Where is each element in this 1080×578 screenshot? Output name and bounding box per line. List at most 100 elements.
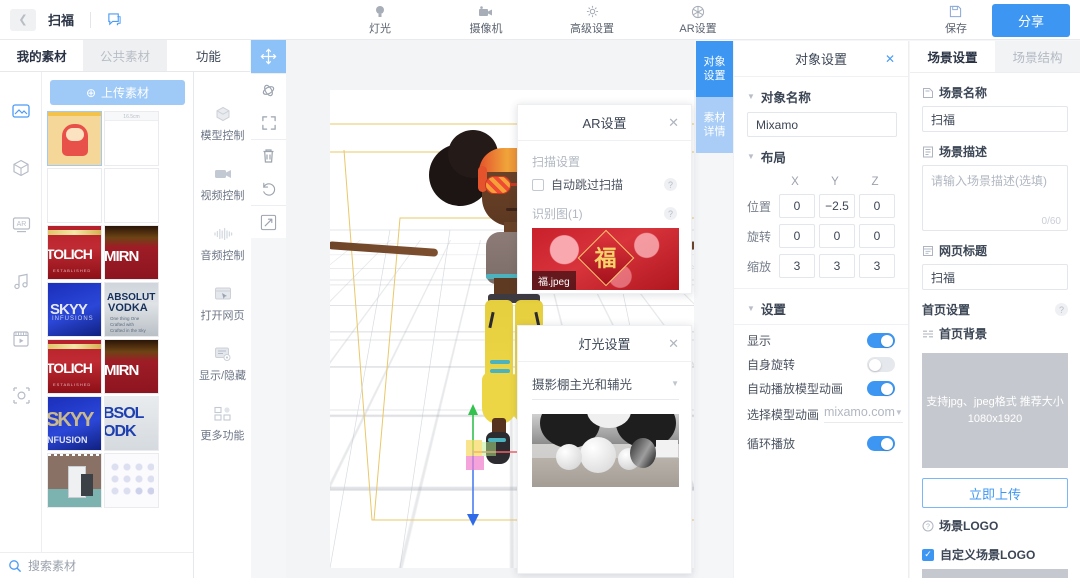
scene-logo-dropzone[interactable]: 支持jpg、jpeg、png格式 推荐大小: [922, 569, 1068, 578]
home-bg-dropzone[interactable]: 支持jpg、jpeg格式 推荐大小 1080x1920: [922, 353, 1068, 468]
object-name-section[interactable]: ▼ 对象名称: [734, 77, 908, 112]
undo-icon[interactable]: [251, 172, 286, 205]
object-settings-close-icon[interactable]: ✕: [885, 52, 895, 66]
tool-ar-label: AR设置: [679, 20, 716, 36]
thumb-smirnoff[interactable]: MIRN: [104, 225, 159, 280]
back-button[interactable]: ❮: [10, 9, 36, 31]
save-button[interactable]: 保存: [934, 5, 978, 36]
settings-section[interactable]: ▼ 设置: [734, 289, 908, 324]
scale-x-input[interactable]: 3: [779, 254, 815, 278]
tool-ar[interactable]: AR设置: [670, 0, 726, 40]
tool-camera[interactable]: 摄像机: [458, 0, 514, 40]
rail-ar-icon[interactable]: AR: [0, 196, 42, 253]
position-y-input[interactable]: −2.5: [819, 194, 855, 218]
auto-skip-scan-row[interactable]: 自动跳过扫描 ?: [518, 176, 691, 193]
rotate-tool-icon[interactable]: [251, 73, 286, 106]
upload-now-button[interactable]: 立即上传: [922, 478, 1068, 508]
ar-scan-section-label: 扫描设置: [518, 141, 691, 176]
page-title-input[interactable]: 扫福: [922, 264, 1068, 290]
rotation-z-input[interactable]: 0: [859, 224, 895, 248]
scale-z-input[interactable]: 3: [859, 254, 895, 278]
thumb-blank-2[interactable]: [104, 168, 159, 223]
scale-y-input[interactable]: 3: [819, 254, 855, 278]
toggle-self-rotate[interactable]: [867, 357, 895, 372]
scene-desc-textarea[interactable]: 请输入场景描述(选填) 0/60: [922, 165, 1068, 231]
function-more[interactable]: 更多功能: [194, 394, 251, 454]
toggle-autoplay[interactable]: [867, 381, 895, 396]
function-open-webpage[interactable]: 打开网页: [194, 274, 251, 334]
plus-circle-icon: ⊕: [86, 86, 96, 100]
object-name-input[interactable]: Mixamo: [747, 112, 897, 137]
move-tool-icon[interactable]: [251, 40, 286, 73]
function-video-control[interactable]: 视频控制: [194, 154, 251, 214]
rail-music-icon[interactable]: [0, 253, 42, 310]
light-settings-header: 灯光设置 ✕: [518, 326, 691, 362]
delete-icon[interactable]: [251, 139, 286, 172]
auto-skip-scan-checkbox[interactable]: [532, 179, 544, 191]
function-model-control[interactable]: 模型控制: [194, 94, 251, 154]
thumb-doll[interactable]: [47, 111, 102, 166]
thumb-grid[interactable]: [104, 453, 159, 508]
thumb-absolut[interactable]: ABSOLUT VODKA One thing OneCrafted withC…: [104, 282, 159, 337]
help-icon-2[interactable]: ?: [664, 207, 677, 220]
tool-advanced-label: 高级设置: [570, 20, 614, 36]
tab-scene-settings[interactable]: 场景设置: [910, 41, 995, 72]
rail-video-icon[interactable]: [0, 310, 42, 367]
rail-image-icon[interactable]: [0, 82, 42, 139]
thumb-skyy-2[interactable]: SKYY NFUSION: [47, 396, 102, 451]
rail-frame-icon[interactable]: [0, 367, 42, 424]
share-button[interactable]: 分享: [992, 4, 1070, 37]
light-preset-select[interactable]: 摄影棚主光和辅光 ▼: [532, 374, 679, 400]
tab-scene-structure[interactable]: 场景结构: [995, 41, 1080, 72]
custom-logo-checkbox[interactable]: ✓: [922, 549, 934, 561]
tab-functions[interactable]: 功能: [167, 40, 250, 71]
scene-name-input[interactable]: 扫福: [922, 106, 1068, 132]
recognition-image[interactable]: 福 福.jpeg: [532, 228, 679, 290]
thumb-smirnoff-2[interactable]: MIRN: [104, 339, 159, 394]
close-icon[interactable]: ✕: [668, 116, 679, 129]
page-title-head: 网页标题: [910, 231, 1080, 264]
ar-settings-panel: AR设置 ✕ 扫描设置 自动跳过扫描 ? 识别图(1) ? 福 福.jpeg: [517, 104, 692, 294]
layout-section[interactable]: ▼ 布局: [734, 137, 908, 172]
toggle-loop[interactable]: [867, 436, 895, 451]
position-z-input[interactable]: 0: [859, 194, 895, 218]
thumb-skyy[interactable]: SKYY INFUSIONS: [47, 282, 102, 337]
message-icon[interactable]: [107, 12, 122, 27]
side-tab-material-detail[interactable]: 素材 详情: [696, 97, 733, 153]
thumb-blank-1[interactable]: [47, 168, 102, 223]
side-tab-object-settings[interactable]: 对象 设置: [696, 41, 733, 97]
help-icon[interactable]: ?: [664, 178, 677, 191]
custom-logo-row[interactable]: ✓ 自定义场景LOGO: [910, 539, 1080, 563]
tab-my-materials[interactable]: 我的素材: [0, 40, 83, 71]
transform-tool-column: [251, 40, 286, 238]
light-preview-image[interactable]: [532, 414, 679, 487]
thumb-measure[interactable]: 16.5cm: [104, 111, 159, 166]
rotation-x-input[interactable]: 0: [779, 224, 815, 248]
gear-icon: [586, 5, 599, 19]
app-root: ❮ 扫福 灯光 摄像机 高级设置: [0, 0, 1080, 578]
thumb-stolichnaya-2[interactable]: TOLICH ESTABLISHED: [47, 339, 102, 394]
toggle-display[interactable]: [867, 333, 895, 348]
top-right-actions: 保存 分享: [934, 0, 1070, 40]
close-icon-light[interactable]: ✕: [668, 337, 679, 350]
tool-light[interactable]: 灯光: [352, 0, 408, 40]
animation-select-value: mixamo.com: [824, 405, 895, 419]
rotation-y-input[interactable]: 0: [819, 224, 855, 248]
function-show-hide[interactable]: 显示/隐藏: [194, 334, 251, 394]
scale-tool-icon[interactable]: [251, 106, 286, 139]
thumb-measure-label: 16.5cm: [105, 114, 158, 120]
thumb-room[interactable]: [47, 453, 102, 508]
help-icon-home[interactable]: ?: [1055, 303, 1068, 316]
function-audio-control[interactable]: 音频控制: [194, 214, 251, 274]
rail-cube-icon[interactable]: [0, 139, 42, 196]
position-x-input[interactable]: 0: [779, 194, 815, 218]
animation-select[interactable]: mixamo.com ▼: [824, 405, 903, 423]
fullscreen-icon[interactable]: [251, 205, 286, 238]
tab-public-materials[interactable]: 公共素材: [83, 40, 166, 71]
tool-advanced[interactable]: 高级设置: [564, 0, 620, 40]
search-material-bar[interactable]: 搜索素材: [0, 552, 193, 578]
upload-material-button[interactable]: ⊕ 上传素材: [50, 80, 185, 105]
thumb-stolichnaya[interactable]: TOLICH ESTABLISHED: [47, 225, 102, 280]
thumb-absolut-2[interactable]: BSOL ODK: [104, 396, 159, 451]
help-icon-logo[interactable]: ?: [922, 520, 934, 532]
